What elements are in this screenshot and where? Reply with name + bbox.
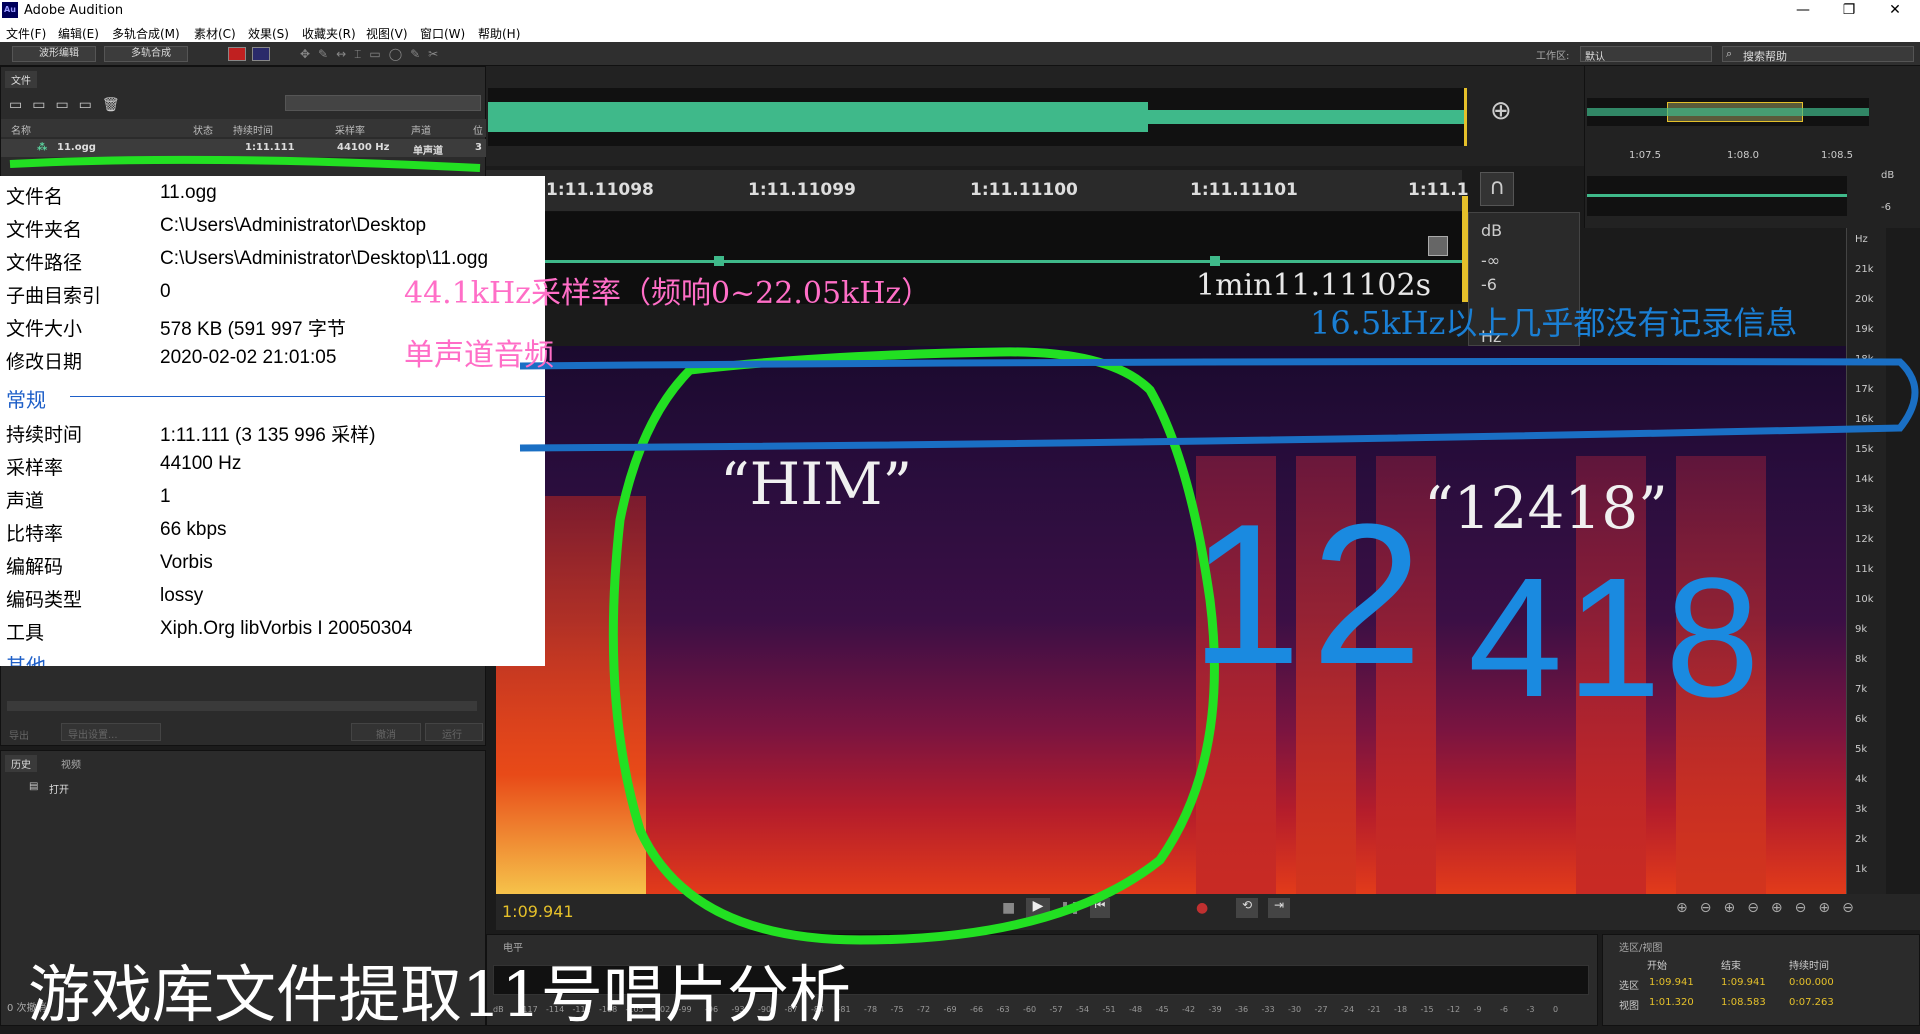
green-underline [9, 155, 481, 172]
caption-overlay: 游戏库文件提取11号唱片分析 [28, 958, 851, 1031]
mono-annotation: 单声道音频 [404, 338, 554, 373]
frequency-note-annotation: 16.5kHz以上几乎都没有记录信息 [1310, 304, 1798, 342]
freq-blue-bracket [519, 358, 1919, 452]
sample-rate-annotation: 44.1kHz采样率（频响0~22.05kHz） [404, 276, 932, 311]
numbers-label: “12418” [1424, 474, 1668, 542]
him-label: “HIM” [720, 450, 913, 518]
handwritten-12: 12 [1190, 483, 1433, 706]
handwritten-418: 418 [1468, 543, 1764, 733]
